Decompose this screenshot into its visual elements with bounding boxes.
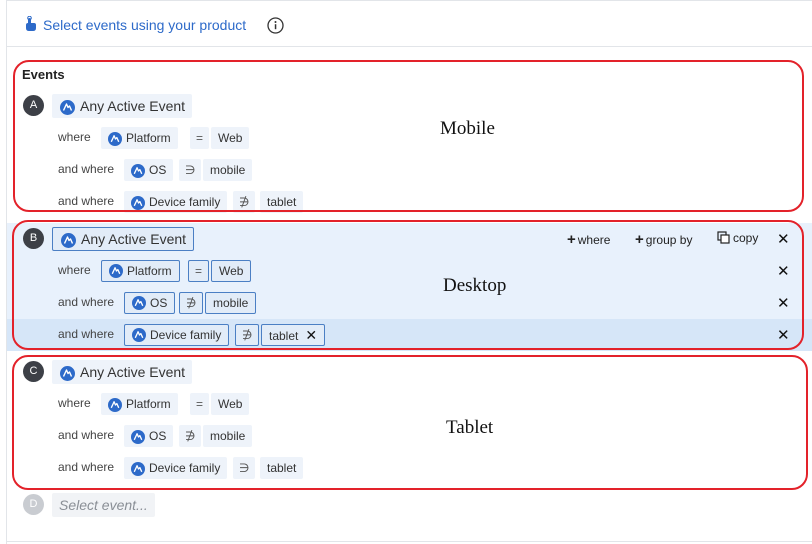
annotation-label-tablet: Tablet	[446, 417, 494, 438]
panel-title[interactable]: Select events using your product	[43, 17, 246, 33]
panel-header: Select events using your product	[7, 1, 812, 47]
select-event-input[interactable]: Select event...	[52, 493, 155, 517]
annotation-label-mobile: Mobile	[440, 118, 495, 139]
annotation-box-desktop	[12, 220, 804, 350]
panel-divider	[7, 541, 812, 542]
tap-hand-icon	[24, 15, 38, 35]
group-letter-badge: D	[23, 494, 44, 515]
annotation-box-mobile	[13, 60, 804, 212]
info-icon[interactable]	[267, 17, 284, 37]
annotation-label-desktop: Desktop	[443, 275, 507, 296]
event-group-d: D Select event...	[7, 489, 812, 521]
annotation-box-tablet	[12, 355, 808, 490]
